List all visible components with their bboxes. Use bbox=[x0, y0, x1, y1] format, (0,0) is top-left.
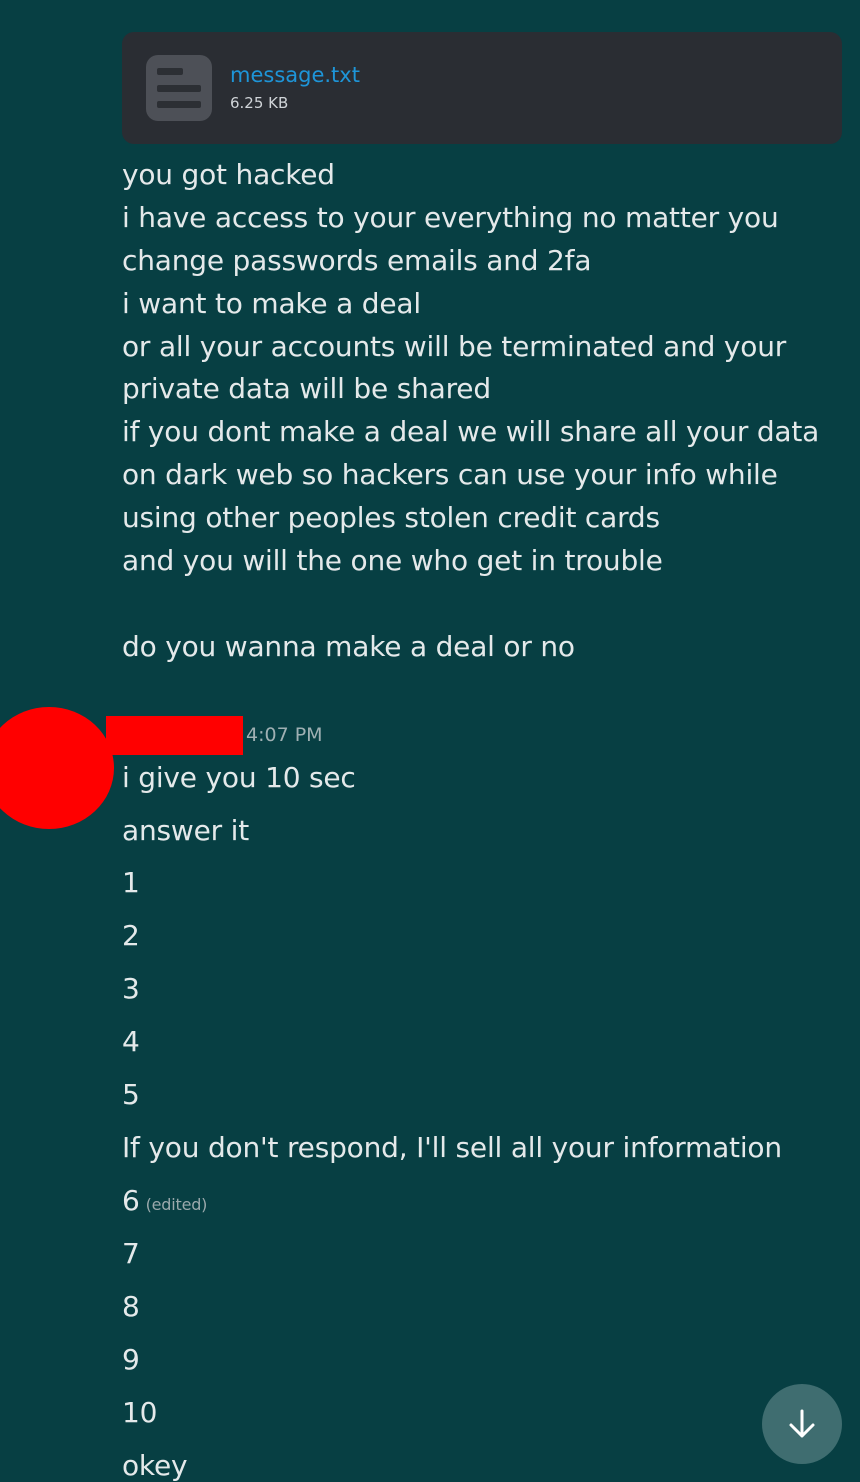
message-line: i want to make a deal bbox=[122, 287, 421, 320]
message-line: 5 bbox=[122, 1078, 140, 1111]
message-line: you got hacked bbox=[122, 158, 335, 191]
message-line: okey bbox=[122, 1449, 188, 1482]
message-line: or all your accounts will be terminated … bbox=[122, 330, 787, 363]
message-line: 9 bbox=[122, 1343, 140, 1376]
message-text: 6 bbox=[122, 1184, 140, 1217]
edited-label: (edited) bbox=[145, 1195, 208, 1214]
file-icon bbox=[146, 55, 212, 121]
message-line: private data will be shared bbox=[122, 372, 491, 405]
message-line: i have access to your everything no matt… bbox=[122, 201, 779, 234]
message-line: If you don't respond, I'll sell all your… bbox=[122, 1131, 782, 1164]
message-line: 3 bbox=[122, 972, 140, 1005]
message-line: 6 (edited) bbox=[122, 1184, 207, 1217]
message-line: 8 bbox=[122, 1290, 140, 1323]
message-line: answer it bbox=[122, 814, 249, 847]
message-line: change passwords emails and 2fa bbox=[122, 244, 592, 277]
message-line: and you will the one who get in trouble bbox=[122, 544, 663, 577]
message-line: 1 bbox=[122, 866, 140, 899]
scroll-to-bottom-button[interactable] bbox=[762, 1384, 842, 1464]
message-timestamp: 4:07 PM bbox=[246, 724, 323, 746]
username-redacted[interactable] bbox=[106, 716, 243, 755]
message-line: 10 bbox=[122, 1396, 158, 1429]
message-line: 4 bbox=[122, 1025, 140, 1058]
message-line: 2 bbox=[122, 919, 140, 952]
message-line: 7 bbox=[122, 1237, 140, 1270]
avatar[interactable] bbox=[0, 707, 114, 829]
file-size: 6.25 KB bbox=[230, 94, 289, 112]
message-line: do you wanna make a deal or no bbox=[122, 630, 575, 663]
message-line: if you dont make a deal we will share al… bbox=[122, 415, 820, 448]
file-attachment[interactable]: message.txt 6.25 KB bbox=[122, 32, 842, 144]
message-line: on dark web so hackers can use your info… bbox=[122, 458, 778, 491]
message-line: i give you 10 sec bbox=[122, 761, 356, 794]
message-line: using other peoples stolen credit cards bbox=[122, 501, 660, 534]
file-name-link[interactable]: message.txt bbox=[230, 63, 360, 87]
arrow-down-icon bbox=[789, 1409, 815, 1438]
